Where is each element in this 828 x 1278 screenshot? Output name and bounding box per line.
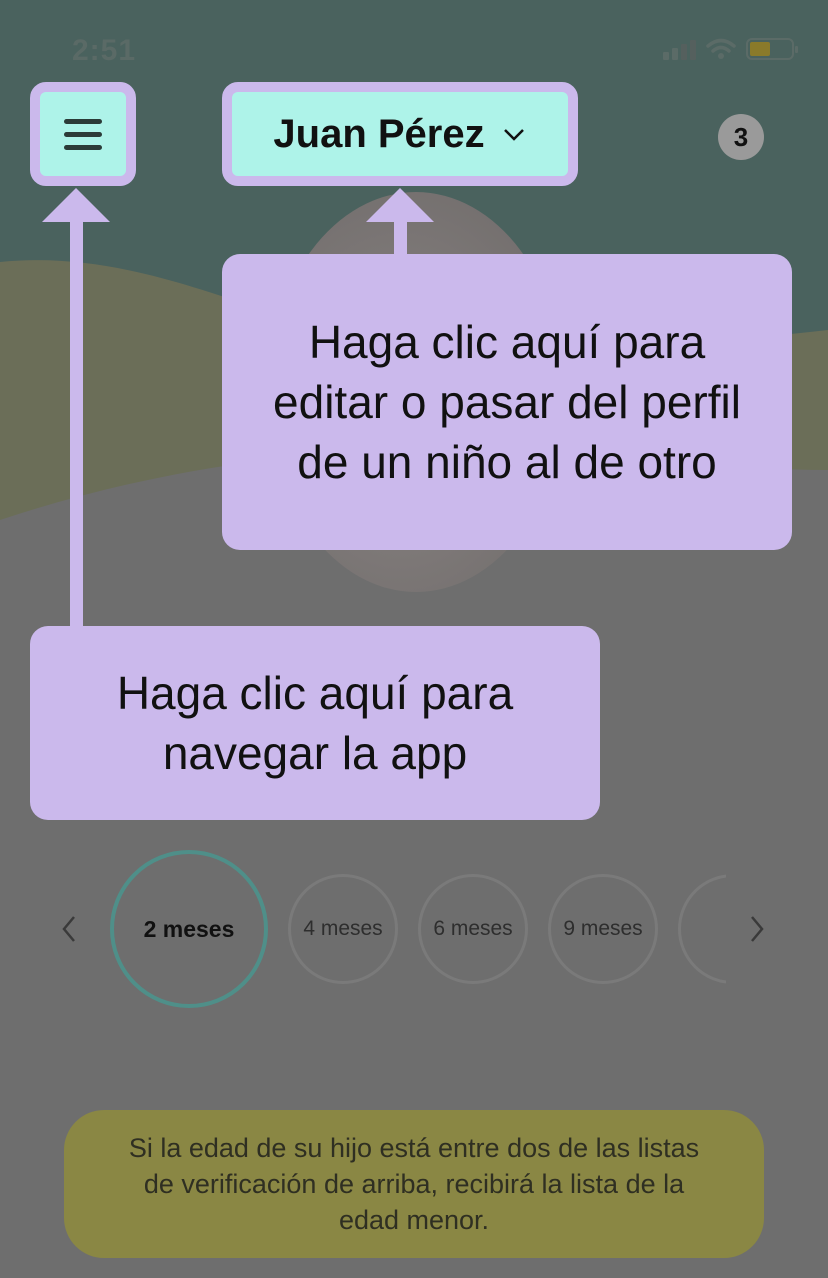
info-box: Si la edad de su hijo está entre dos de … bbox=[64, 1110, 764, 1258]
age-chip-4-meses[interactable]: 4 meses bbox=[288, 874, 398, 984]
previous-arrow-icon[interactable] bbox=[54, 914, 84, 944]
signal-icon bbox=[663, 38, 696, 60]
status-icons bbox=[663, 38, 798, 60]
battery-icon bbox=[746, 38, 798, 60]
tooltip-arrow-profile bbox=[366, 188, 434, 222]
next-arrow-icon[interactable] bbox=[742, 914, 772, 944]
tooltip-arrow-nav bbox=[42, 188, 110, 222]
profile-tooltip: Haga clic aquí para editar o pasar del p… bbox=[222, 254, 792, 550]
age-track: 2 meses 4 meses 6 meses 9 meses 1 bbox=[110, 850, 726, 1010]
nav-tooltip: Haga clic aquí para navegar la app bbox=[30, 626, 600, 820]
tooltip-stem-nav bbox=[70, 218, 83, 628]
profile-name: Juan Pérez bbox=[273, 111, 485, 156]
age-chip-partial[interactable]: 1 bbox=[678, 874, 726, 984]
menu-button[interactable] bbox=[30, 82, 136, 186]
chevron-down-icon bbox=[503, 129, 524, 141]
age-chip-9-meses[interactable]: 9 meses bbox=[548, 874, 658, 984]
status-time: 2:51 bbox=[72, 34, 137, 67]
wifi-icon bbox=[706, 38, 736, 59]
age-chip-6-meses[interactable]: 6 meses bbox=[418, 874, 528, 984]
profile-switcher-button[interactable]: Juan Pérez bbox=[222, 82, 578, 186]
age-chip-2-meses[interactable]: 2 meses bbox=[110, 850, 268, 1008]
age-selector: 2 meses 4 meses 6 meses 9 meses 1 bbox=[0, 850, 828, 1010]
notification-badge[interactable]: 3 bbox=[718, 114, 764, 160]
tooltip-stem-profile bbox=[394, 218, 407, 258]
hamburger-icon bbox=[64, 118, 102, 124]
